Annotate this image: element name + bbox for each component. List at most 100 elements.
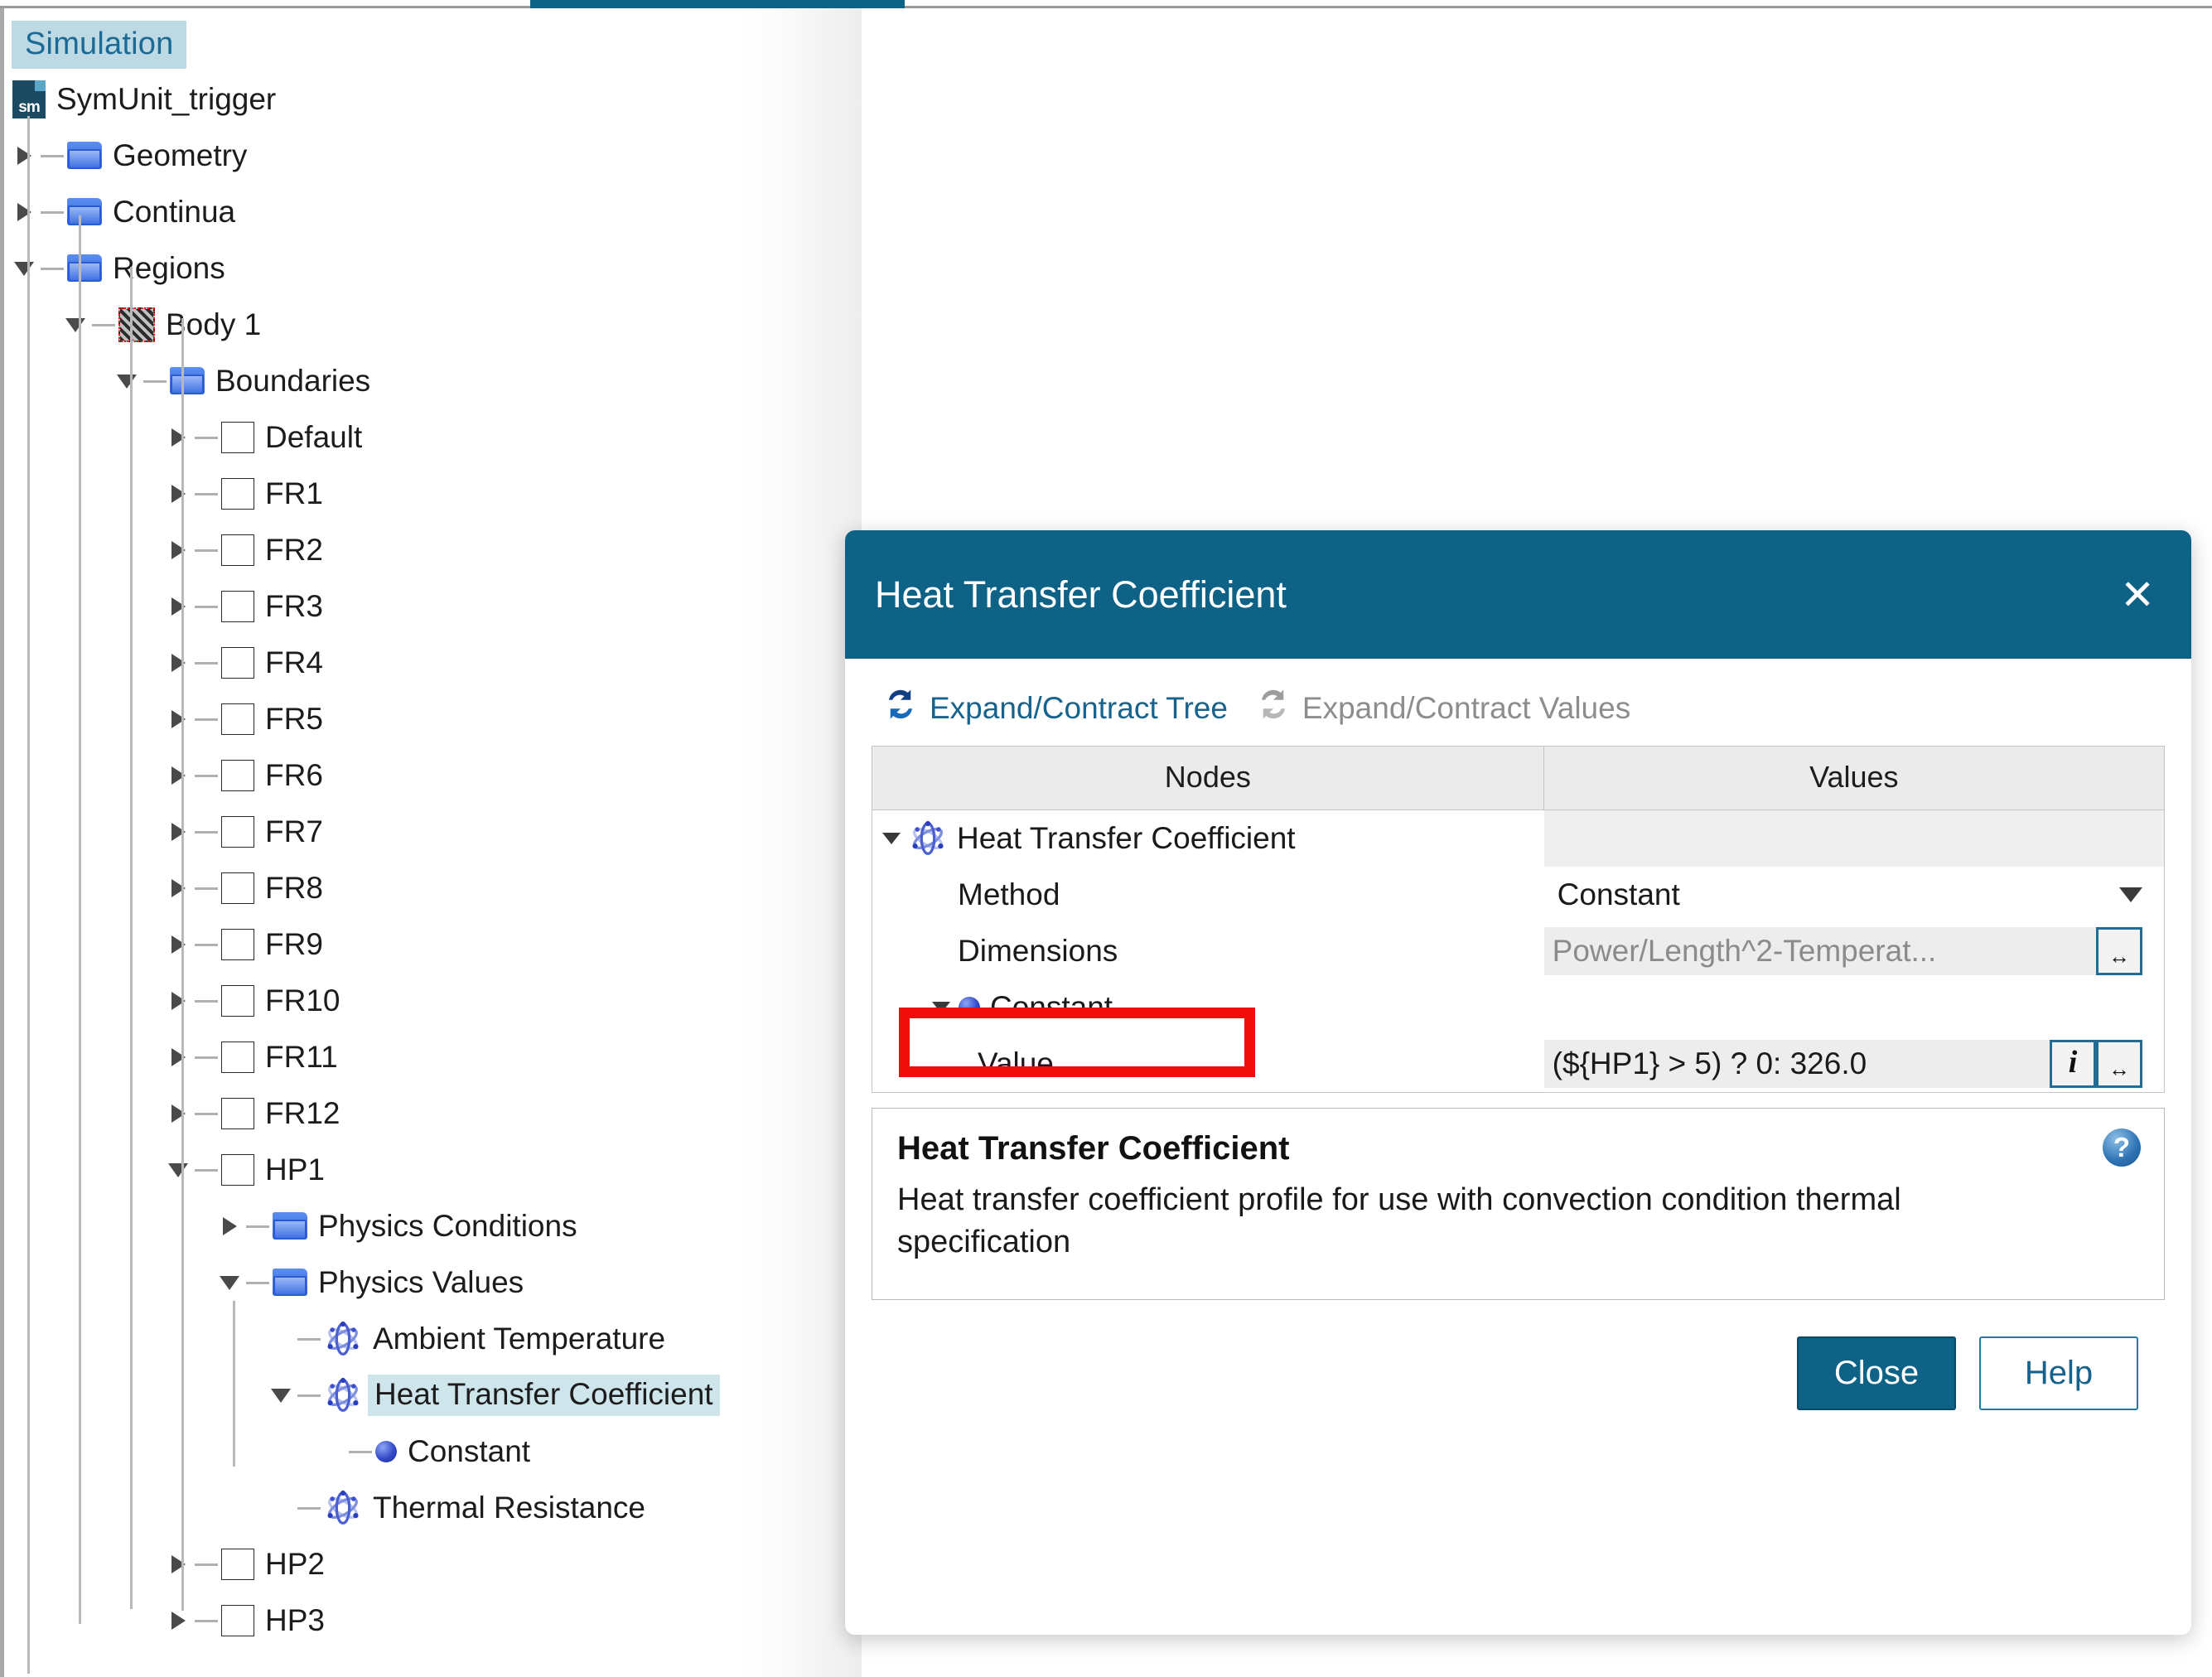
tree-expander-icon[interactable] — [167, 423, 195, 452]
tree-expander-icon[interactable] — [167, 1607, 195, 1635]
tree-expander-icon[interactable] — [167, 761, 195, 790]
heat-transfer-coefficient-dialog: Heat Transfer Coefficient ✕ Expand/Contr… — [845, 530, 2191, 1635]
tree-item-label: FR4 — [265, 645, 323, 679]
tree-item-fr7[interactable]: FR7 — [4, 814, 779, 848]
expand-contract-values-label: Expand/Contract Values — [1302, 690, 1631, 725]
tree-expander-icon[interactable] — [167, 592, 195, 621]
description-text: Heat transfer coefficient profile for us… — [897, 1182, 1901, 1260]
expand-contract-tree-button[interactable]: Expand/Contract Tree — [883, 687, 1228, 729]
row-value-cell[interactable]: (${HP1} > 5) ? 0: 326.0 i ↔ — [1543, 1036, 2164, 1092]
row-value-cell[interactable] — [1544, 979, 2164, 1036]
table-row[interactable]: Method Constant — [872, 867, 2164, 923]
expand-field-icon[interactable]: ↔ — [2095, 1040, 2142, 1088]
tree-expander-icon[interactable] — [115, 367, 143, 395]
tree-expander-icon[interactable] — [269, 1325, 297, 1353]
tree-expander-icon[interactable] — [167, 536, 195, 564]
tree-expander-icon[interactable] — [12, 254, 41, 283]
tree-expander-icon[interactable] — [167, 1156, 195, 1184]
tree-expander-icon[interactable] — [167, 874, 195, 902]
atom-icon — [324, 1321, 362, 1357]
tree-item-thermal-resistance[interactable]: Thermal Resistance — [4, 1490, 779, 1525]
row-value-cell[interactable]: Constant — [1544, 867, 2164, 923]
tree-item-constant[interactable]: Constant — [4, 1434, 779, 1468]
tree-item-regions[interactable]: Regions — [4, 251, 779, 285]
tree-item-default[interactable]: Default — [4, 420, 779, 454]
close-button[interactable]: Close — [1797, 1336, 1956, 1410]
tree-expander-icon[interactable] — [218, 1212, 246, 1240]
properties-table: Nodes Values Heat Transfer Coefficient Me… — [872, 746, 2165, 1093]
tree-item-fr10[interactable]: FR10 — [4, 983, 779, 1017]
tree-expander-icon[interactable] — [269, 1494, 297, 1522]
close-icon[interactable]: ✕ — [2120, 574, 2155, 616]
expand-field-icon[interactable]: ↔ — [2095, 927, 2142, 975]
tree-item-heat-transfer-coefficient[interactable]: Heat Transfer Coefficient — [4, 1375, 779, 1416]
tree-item-fr1[interactable]: FR1 — [4, 476, 779, 510]
tree-item-fr11[interactable]: FR11 — [4, 1040, 779, 1074]
tree-expander-icon[interactable] — [167, 930, 195, 959]
tree-expander-icon[interactable] — [64, 311, 92, 339]
info-icon[interactable]: i — [2049, 1040, 2096, 1088]
tree-expander-icon[interactable] — [269, 1381, 297, 1409]
tree-expander-icon[interactable] — [167, 818, 195, 846]
tree-expander-icon[interactable] — [167, 1043, 195, 1071]
tree-item-geometry[interactable]: Geometry — [4, 138, 779, 172]
row-expander-icon[interactable] — [882, 833, 901, 844]
help-button[interactable]: Help — [1979, 1336, 2138, 1410]
tree-item-physics-values[interactable]: Physics Values — [4, 1265, 779, 1299]
tree-item-fr4[interactable]: FR4 — [4, 645, 779, 679]
row-expander-icon[interactable] — [932, 1002, 950, 1013]
tree-item-fr12[interactable]: FR12 — [4, 1096, 779, 1130]
tree-item-ambient-temperature[interactable]: Ambient Temperature — [4, 1321, 779, 1357]
boundary-icon — [221, 1098, 254, 1129]
tree-expander-icon[interactable] — [167, 649, 195, 677]
chevron-down-icon[interactable] — [2118, 887, 2142, 902]
tree-item-fr2[interactable]: FR2 — [4, 533, 779, 567]
tree-connector — [41, 267, 64, 270]
tree-item-root[interactable]: sm SymUnit_trigger — [4, 80, 779, 118]
help-icon[interactable]: ? — [2103, 1128, 2141, 1167]
tree-item-continua[interactable]: Continua — [4, 195, 779, 229]
tree-item-fr8[interactable]: FR8 — [4, 871, 779, 905]
row-value-cell[interactable]: Power/Length^2-Temperat... ↔ — [1543, 923, 2164, 979]
value-expression-input[interactable]: (${HP1} > 5) ? 0: 326.0 — [1543, 1040, 2050, 1088]
tree-connector — [297, 1506, 321, 1510]
boundary-icon — [221, 816, 254, 848]
tree-item-physics-conditions[interactable]: Physics Conditions — [4, 1209, 779, 1243]
tree-item-fr6[interactable]: FR6 — [4, 758, 779, 792]
tree-item-hp3[interactable]: HP3 — [4, 1603, 779, 1637]
tree-item-label: Ambient Temperature — [373, 1322, 666, 1356]
tree-expander-icon[interactable] — [167, 480, 195, 508]
tree-item-fr9[interactable]: FR9 — [4, 927, 779, 961]
active-tab-indicator[interactable] — [530, 0, 905, 8]
tree-item-fr5[interactable]: FR5 — [4, 702, 779, 736]
tab-simulation[interactable]: Simulation — [12, 21, 187, 69]
tree-expander-icon[interactable] — [218, 1269, 246, 1297]
refresh-icon — [1256, 687, 1291, 729]
tree-expander-icon[interactable] — [12, 142, 41, 170]
tree-item-boundaries[interactable]: Boundaries — [4, 364, 779, 398]
tree-connector — [297, 1337, 321, 1341]
table-row[interactable]: Dimensions Power/Length^2-Temperat... ↔ — [872, 923, 2164, 979]
tree-item-label: Physics Values — [318, 1265, 524, 1299]
tree-connector — [195, 436, 218, 439]
tree-item-body-1[interactable]: Body 1 — [4, 307, 779, 342]
table-row[interactable]: Value (${HP1} > 5) ? 0: 326.0 i ↔ — [872, 1036, 2164, 1092]
tree-item-label: FR6 — [265, 758, 323, 792]
row-node-label: Constant — [990, 990, 1113, 1024]
tree-expander-icon[interactable] — [167, 1550, 195, 1578]
tree-connector — [195, 549, 218, 552]
table-row[interactable]: Constant — [872, 979, 2164, 1036]
table-row[interactable]: Heat Transfer Coefficient — [872, 810, 2164, 867]
tree-expander-icon[interactable] — [321, 1438, 349, 1466]
tree-expander-icon[interactable] — [167, 987, 195, 1015]
row-value-cell[interactable] — [1543, 810, 2164, 867]
tree-expander-icon[interactable] — [167, 705, 195, 733]
folder-icon — [67, 142, 102, 170]
tree-item-hp2[interactable]: HP2 — [4, 1547, 779, 1581]
method-select-value[interactable]: Constant — [1558, 877, 1680, 912]
expand-contract-values-button[interactable]: Expand/Contract Values — [1256, 687, 1630, 729]
tree-item-hp1[interactable]: HP1 — [4, 1153, 779, 1186]
tree-expander-icon[interactable] — [12, 198, 41, 226]
tree-expander-icon[interactable] — [167, 1099, 195, 1128]
tree-item-fr3[interactable]: FR3 — [4, 589, 779, 623]
